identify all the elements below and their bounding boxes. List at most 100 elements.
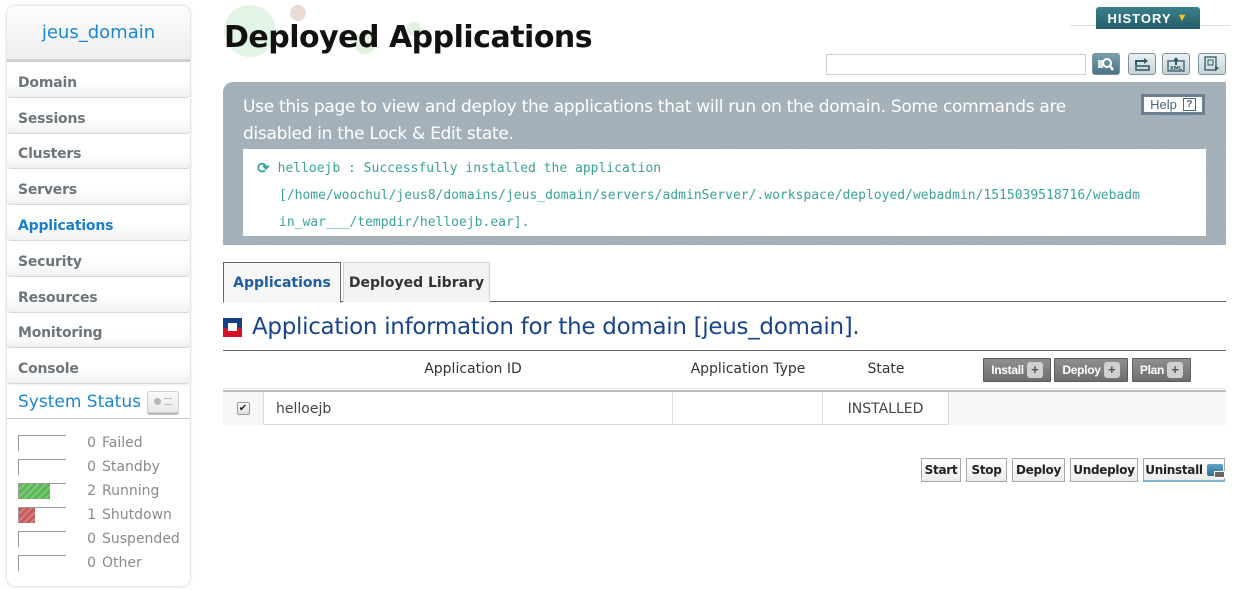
tab-label: Applications: [233, 274, 331, 291]
section-title: Application information for the domain […: [252, 314, 860, 340]
search-input[interactable]: [826, 54, 1086, 75]
status-label: Other: [102, 555, 142, 572]
status-row-running: 2 Running: [18, 479, 190, 503]
status-bar: [18, 483, 66, 500]
plan-button[interactable]: Plan +: [1132, 358, 1191, 382]
help-label: Help: [1150, 97, 1177, 112]
section-flag-icon: [223, 317, 242, 337]
uninstall-label: Uninstall: [1145, 462, 1203, 477]
install-label: Install: [991, 363, 1024, 377]
status-label: Failed: [102, 435, 143, 452]
sidebar-item-console[interactable]: Console: [7, 348, 190, 385]
sidebar-item-security[interactable]: Security: [7, 240, 190, 277]
tab-bar: Applications Deployed Library: [223, 262, 1226, 303]
sidebar-item-label: Sessions: [18, 110, 86, 127]
column-header-application-type: Application Type: [690, 361, 806, 377]
column-header-state: State: [867, 361, 905, 377]
refresh-button[interactable]: [1128, 53, 1156, 75]
sidebar-item-applications[interactable]: Applications: [7, 205, 190, 241]
status-bar-fill: [19, 484, 51, 500]
install-button[interactable]: Install +: [983, 358, 1051, 382]
tab-deployed-library[interactable]: Deployed Library: [343, 262, 490, 302]
status-count: 1: [87, 507, 96, 524]
tab-applications[interactable]: Applications: [223, 262, 341, 303]
history-button[interactable]: HISTORY ▼: [1096, 7, 1200, 29]
plan-label: Plan: [1139, 363, 1165, 377]
uninstall-icon: [1206, 463, 1225, 478]
status-label: Running: [102, 483, 160, 500]
sidebar-item-monitoring[interactable]: Monitoring: [7, 312, 190, 349]
start-button[interactable]: Start: [921, 458, 961, 482]
sidebar-item-label: Clusters: [18, 146, 82, 163]
status-bar: [18, 507, 66, 524]
status-row-standby: 0 Standby: [18, 455, 190, 479]
decorative-circle: [290, 5, 306, 21]
sidebar-item-label: Console: [18, 361, 79, 378]
xml-export-button[interactable]: XML: [1162, 53, 1190, 75]
domain-name[interactable]: jeus_domain: [42, 22, 155, 43]
history-label: HISTORY: [1107, 10, 1172, 26]
add-icon: +: [1167, 362, 1184, 378]
sync-icon: ⟳: [257, 159, 270, 177]
status-label: Shutdown: [102, 507, 172, 524]
status-bar-fill: [19, 508, 35, 524]
deploy-header-button[interactable]: Deploy +: [1054, 358, 1128, 382]
sidebar-item-resources[interactable]: Resources: [7, 276, 190, 313]
section-heading: Application information for the domain […: [223, 314, 860, 340]
undeploy-button[interactable]: Undeploy: [1070, 458, 1138, 482]
status-row-suspended: 0 Suspended: [18, 527, 190, 551]
message-line-1: helloejb : Successfully installed the ap…: [277, 161, 662, 176]
row-select-cell: ✔: [223, 392, 264, 425]
sidebar-item-label: Applications: [18, 217, 114, 234]
status-row-failed: 0 Failed: [18, 431, 190, 455]
tab-label: Deployed Library: [348, 274, 485, 291]
report-button[interactable]: [1198, 53, 1226, 75]
column-header-application-id: Application ID: [424, 361, 522, 377]
sidebar-item-servers[interactable]: Servers: [7, 169, 190, 206]
sidebar: jeus_domain Domain Sessions Clusters Ser…: [7, 6, 190, 586]
question-icon: ?: [1182, 98, 1196, 111]
status-message: ⟳ helloejb : Successfully installed the …: [243, 149, 1206, 236]
sidebar-item-domain[interactable]: Domain: [7, 62, 190, 98]
help-button[interactable]: Help ?: [1141, 94, 1205, 115]
search-button[interactable]: [1092, 53, 1120, 75]
action-cell: [949, 392, 1226, 425]
table-row[interactable]: ✔ helloejb INSTALLED: [223, 390, 1226, 425]
status-bar: [18, 555, 66, 572]
system-status-list: 0 Failed 0 Standby 2 Running 1 Shutdown …: [7, 419, 190, 575]
page-description: Use this page to view and deploy the app…: [243, 97, 1066, 144]
status-count: 0: [87, 435, 96, 452]
message-line-2: [/home/woochul/jeus8/domains/jeus_domain…: [279, 188, 1140, 203]
uninstall-button[interactable]: Uninstall: [1143, 458, 1225, 482]
status-bar: [18, 459, 66, 476]
add-icon: +: [1103, 362, 1120, 378]
table-header: Application ID Application Type State In…: [223, 351, 1226, 389]
svg-text:XML: XML: [1170, 66, 1183, 72]
deploy-label: Deploy: [1062, 363, 1101, 377]
info-panel: Use this page to view and deploy the app…: [223, 82, 1226, 245]
sidebar-item-clusters[interactable]: Clusters: [7, 133, 190, 170]
application-id-cell: helloejb: [264, 392, 673, 425]
status-row-other: 0 Other: [18, 551, 190, 575]
state-cell: INSTALLED: [823, 392, 949, 425]
stop-button[interactable]: Stop: [966, 458, 1007, 482]
sidebar-item-label: Servers: [18, 182, 77, 199]
add-icon: +: [1026, 362, 1043, 378]
sidebar-item-label: Domain: [18, 74, 77, 91]
status-count: 2: [87, 483, 96, 500]
status-count: 0: [87, 459, 96, 476]
sidebar-item-label: Security: [18, 253, 82, 270]
row-checkbox[interactable]: ✔: [236, 402, 250, 415]
deploy-button[interactable]: Deploy: [1012, 458, 1065, 482]
xml-export-icon: XML: [1167, 57, 1185, 72]
status-toggle-icon[interactable]: [146, 390, 179, 413]
domain-header[interactable]: jeus_domain: [7, 6, 190, 62]
page-title: Deployed Applications: [224, 20, 593, 55]
system-status-title: System Status: [18, 391, 141, 412]
sidebar-item-sessions[interactable]: Sessions: [7, 97, 190, 134]
status-bar: [18, 531, 66, 548]
status-count: 0: [87, 555, 96, 572]
status-label: Standby: [102, 459, 160, 476]
status-count: 0: [87, 531, 96, 548]
refresh-icon: [1135, 58, 1150, 71]
